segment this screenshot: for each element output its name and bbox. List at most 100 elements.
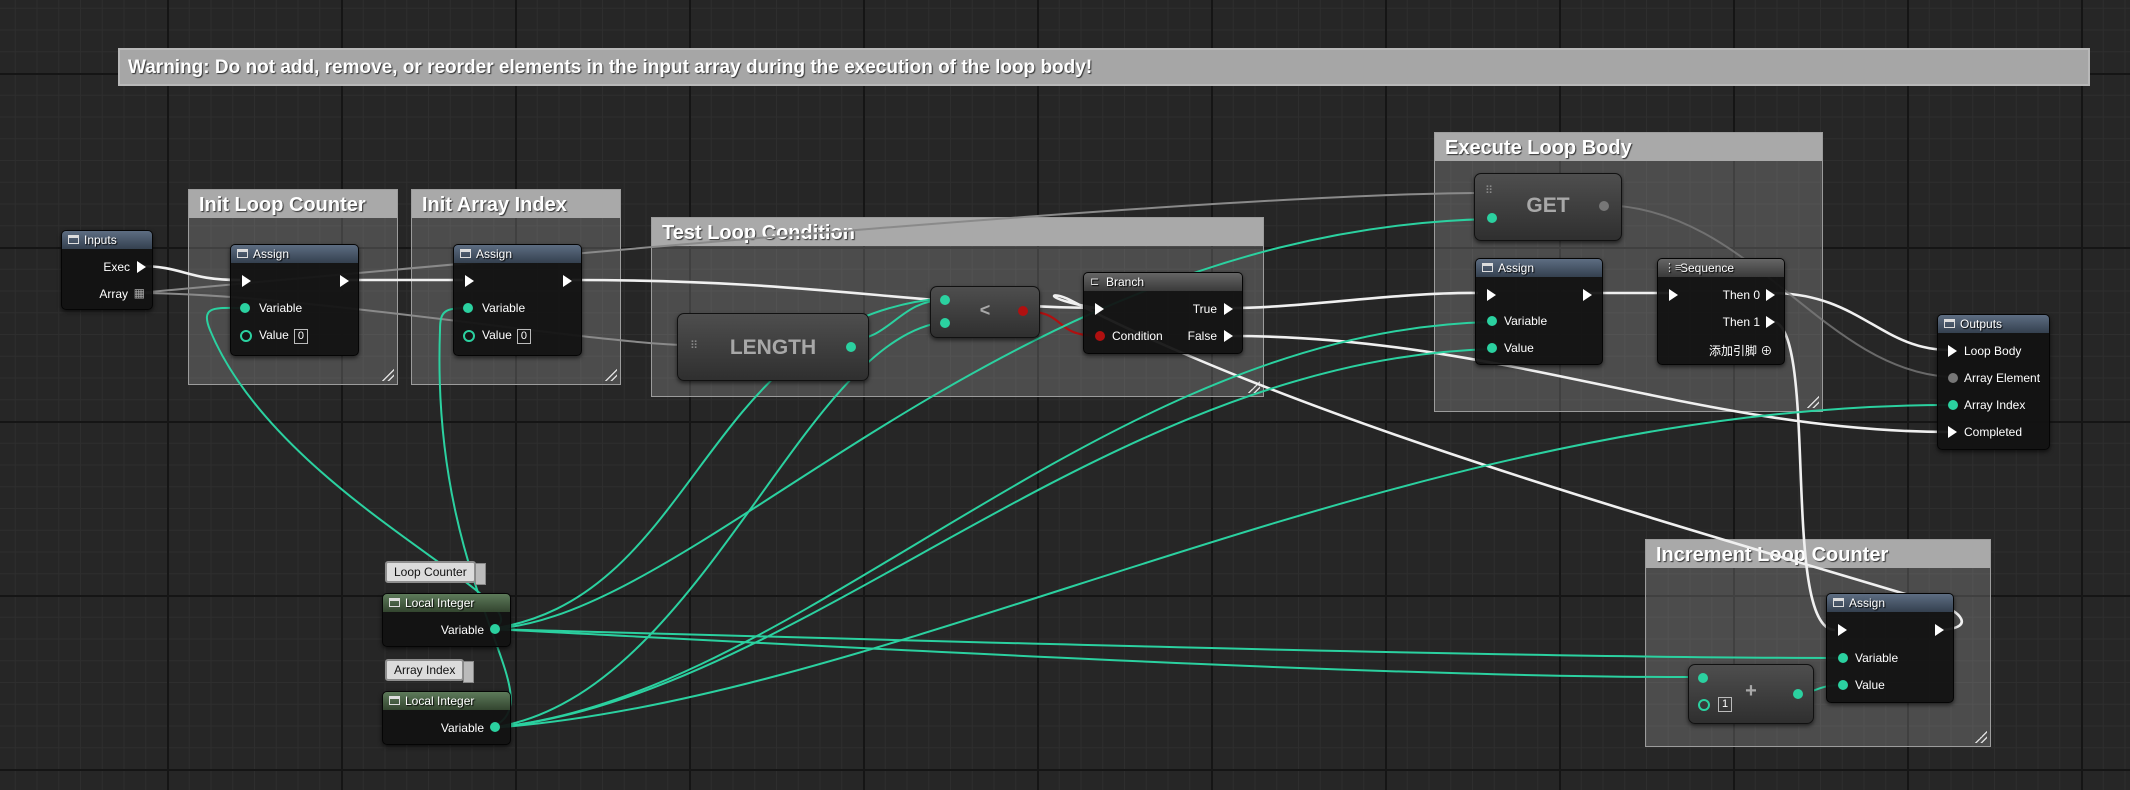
add-node[interactable]: 1 +	[1688, 664, 1814, 724]
pin-label-exec: Exec	[103, 260, 130, 274]
node-title: Sequence	[1680, 261, 1735, 275]
value-label: Value 0	[259, 328, 308, 344]
node-title: Local Integer	[405, 694, 475, 708]
true-label: True	[1192, 302, 1217, 316]
branch-icon: ⊏	[1090, 276, 1100, 288]
exec-input-pin[interactable]	[1095, 303, 1104, 315]
false-label: False	[1187, 329, 1217, 343]
variable-label: Variable	[1855, 651, 1899, 665]
then1-exec-pin[interactable]	[1766, 316, 1775, 328]
assign-node-loop-body[interactable]: Assign Variable Value	[1475, 258, 1603, 365]
get-node[interactable]: ⠿ GET	[1474, 173, 1622, 241]
resize-grip-icon[interactable]	[605, 369, 617, 381]
value-label: Value	[1504, 341, 1534, 355]
exec-output-pin[interactable]	[1935, 624, 1944, 636]
completed-exec-pin[interactable]	[1948, 426, 1957, 438]
warning-comment[interactable]: Warning: Do not add, remove, or reorder …	[118, 48, 2090, 86]
node-header: ⊏ Branch	[1084, 273, 1242, 291]
value-input-pin[interactable]	[1487, 343, 1497, 353]
add-pin-button[interactable]: 添加引脚 ⊕	[1709, 342, 1772, 359]
local-integer-array-index[interactable]: Local Integer Variable	[382, 691, 511, 745]
loop-body-label: Loop Body	[1964, 344, 2022, 358]
value-default-box[interactable]: 0	[516, 329, 531, 344]
int-wire	[489, 348, 1493, 729]
node-title: Local Integer	[405, 596, 475, 610]
comment-title: Execute Loop Body	[1435, 133, 1822, 161]
exec-input-pin[interactable]	[1838, 624, 1847, 636]
length-output-pin[interactable]	[846, 342, 856, 352]
value-input-pin[interactable]	[463, 330, 475, 342]
node-title: Assign	[1498, 261, 1535, 275]
false-exec-pin[interactable]	[1224, 330, 1233, 342]
tag-scroll-icon	[463, 661, 475, 683]
array-index-pin[interactable]	[1948, 400, 1958, 410]
variable-label: Variable	[440, 721, 484, 735]
branch-node[interactable]: ⊏ Branch True Condition False	[1083, 272, 1243, 354]
variable-label: Variable	[482, 301, 526, 315]
array-grid-icon[interactable]: ▦	[134, 286, 145, 300]
sequence-icon: ⋮≡	[1664, 262, 1682, 274]
completed-label: Completed	[1964, 425, 2023, 439]
node-header: Local Integer	[383, 692, 510, 710]
node-title: Outputs	[1960, 317, 2003, 331]
resize-grip-icon[interactable]	[1975, 731, 1987, 743]
node-title: Assign	[253, 247, 290, 261]
tag-scroll-icon	[474, 563, 486, 585]
exec-output-pin[interactable]	[137, 261, 146, 273]
variable-input-pin[interactable]	[1838, 653, 1848, 663]
array-element-pin[interactable]	[1948, 373, 1958, 383]
exec-output-pin[interactable]	[1583, 289, 1592, 301]
tunnel-icon	[68, 235, 79, 244]
tag-label: Array Index	[394, 663, 456, 677]
function-icon	[237, 249, 248, 258]
inputs-node[interactable]: Inputs Exec Array ▦	[61, 230, 153, 310]
variable-tag-array-index[interactable]: Array Index	[385, 659, 475, 683]
then0-exec-pin[interactable]	[1766, 289, 1775, 301]
node-title: Inputs	[84, 233, 117, 247]
node-title: Assign	[476, 247, 513, 261]
variable-label: Variable	[259, 301, 303, 315]
assign-node-array-index[interactable]: Assign Variable Value 0	[453, 244, 582, 356]
outputs-node[interactable]: Outputs Loop Body Array Element Array In…	[1937, 314, 2050, 450]
add-output-pin[interactable]	[1793, 689, 1803, 699]
exec-output-pin[interactable]	[563, 275, 572, 287]
resize-grip-icon[interactable]	[1248, 381, 1260, 393]
variable-output-pin[interactable]	[490, 624, 500, 634]
variable-tag-loop-counter[interactable]: Loop Counter	[385, 561, 486, 585]
node-header: Assign	[454, 245, 581, 263]
node-header: Assign	[1476, 259, 1602, 277]
node-header: Assign	[231, 245, 358, 263]
resize-grip-icon[interactable]	[1807, 396, 1819, 408]
value-input-pin[interactable]	[1838, 680, 1848, 690]
node-header: Inputs	[62, 231, 152, 249]
node-title: Assign	[1849, 596, 1886, 610]
exec-input-pin[interactable]	[1487, 289, 1496, 301]
comment-title: Init Array Index	[412, 190, 620, 218]
resize-grip-icon[interactable]	[382, 369, 394, 381]
variable-output-pin[interactable]	[490, 722, 500, 732]
exec-input-pin[interactable]	[1669, 289, 1678, 301]
variable-input-pin[interactable]	[1487, 316, 1497, 326]
less-output-pin[interactable]	[1018, 306, 1028, 316]
exec-output-pin[interactable]	[340, 275, 349, 287]
assign-node-loop-counter[interactable]: Assign Variable Value 0	[230, 244, 359, 356]
value-input-pin[interactable]	[240, 330, 252, 342]
assign-node-increment[interactable]: Assign Variable Value	[1826, 593, 1954, 703]
exec-input-pin[interactable]	[465, 275, 474, 287]
variable-input-pin[interactable]	[240, 303, 250, 313]
function-icon	[1833, 598, 1844, 607]
length-node[interactable]: ⠿ LENGTH	[677, 313, 869, 381]
variable-input-pin[interactable]	[463, 303, 473, 313]
get-output-pin[interactable]	[1599, 201, 1609, 211]
sequence-node[interactable]: ⋮≡ Sequence Then 0 Then 1 添加引脚 ⊕	[1657, 258, 1785, 365]
value-default-box[interactable]: 0	[293, 329, 308, 344]
less-than-node[interactable]: <	[930, 286, 1040, 338]
true-exec-pin[interactable]	[1224, 303, 1233, 315]
condition-input-pin[interactable]	[1095, 331, 1105, 341]
value-text: Value	[482, 328, 512, 342]
node-header: ⋮≡ Sequence	[1658, 259, 1784, 277]
loop-body-exec-pin[interactable]	[1948, 345, 1957, 357]
local-integer-loop-counter[interactable]: Local Integer Variable	[382, 593, 511, 647]
exec-input-pin[interactable]	[242, 275, 251, 287]
variable-icon	[389, 696, 400, 705]
